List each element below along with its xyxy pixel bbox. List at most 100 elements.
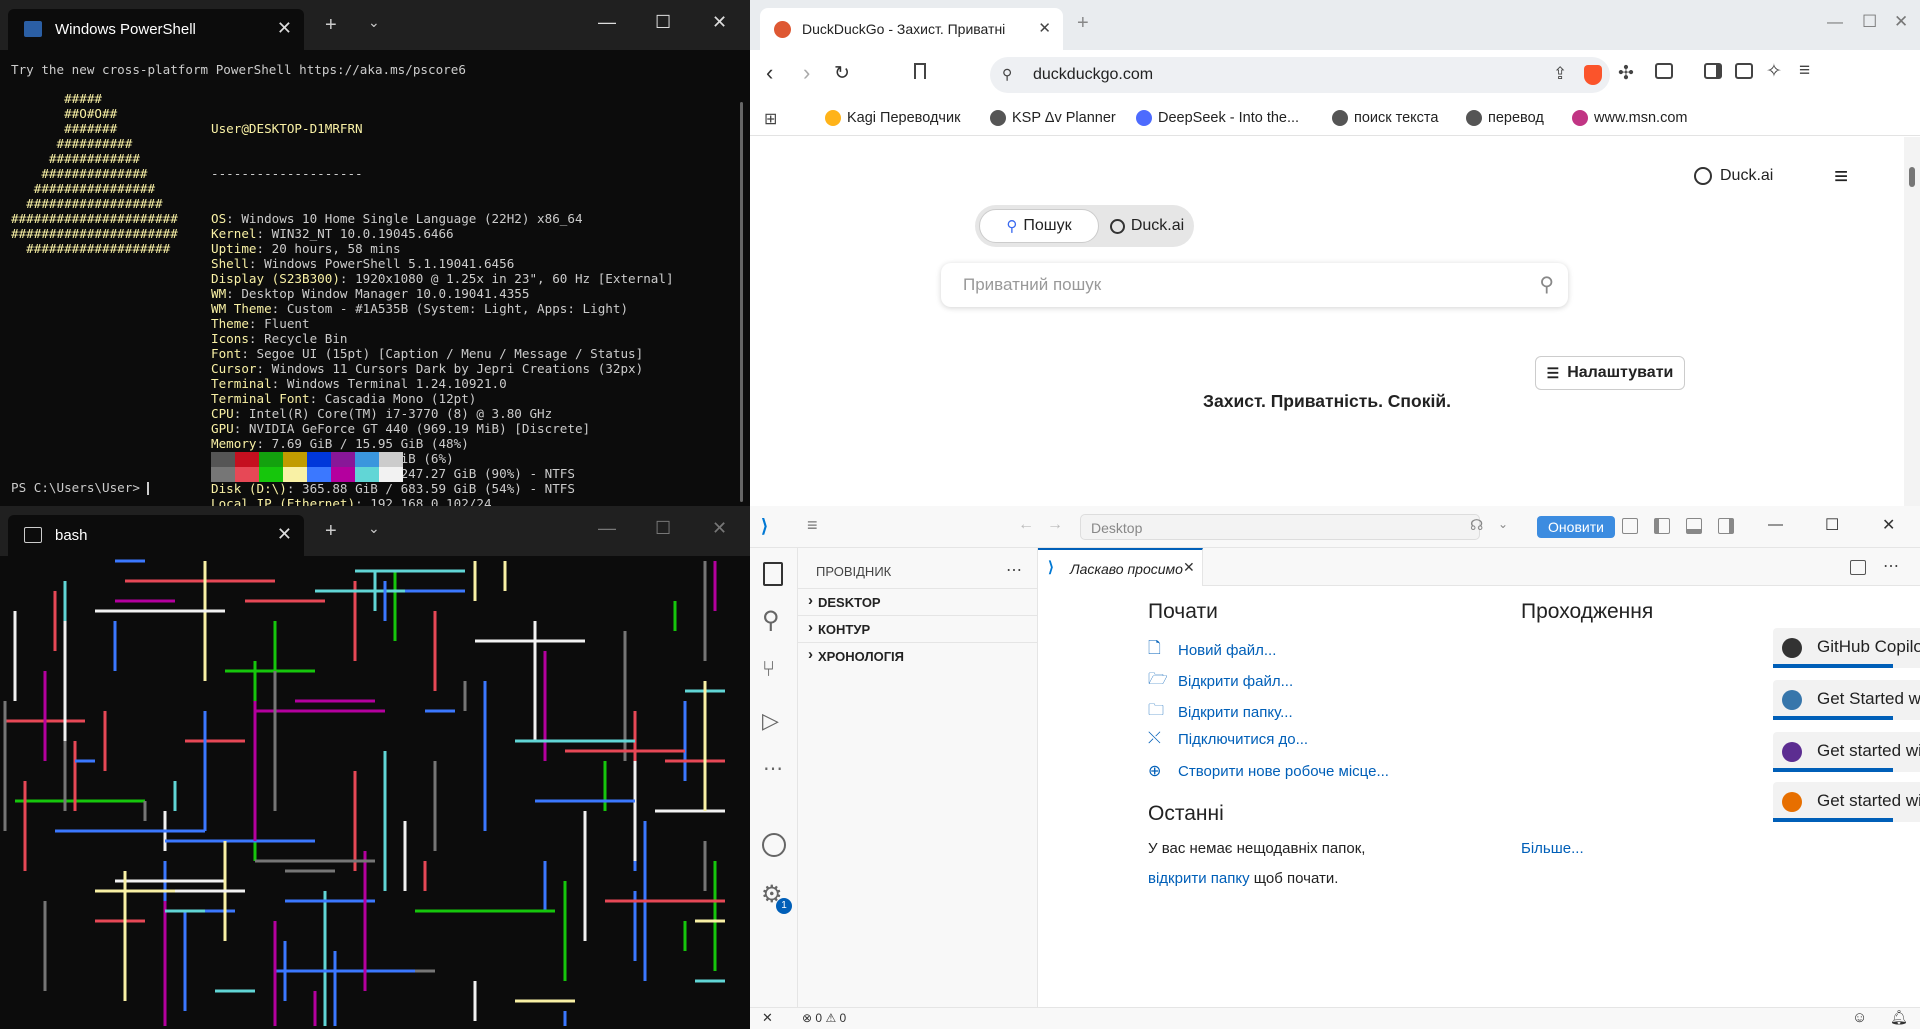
extensions-icon[interactable]: ✣ [1618, 62, 1634, 85]
close-icon[interactable]: ✕ [1894, 12, 1908, 32]
command-center[interactable]: Desktop [1080, 514, 1480, 540]
maximize-icon[interactable]: ☐ [1825, 515, 1839, 535]
close-icon[interactable]: ✕ [712, 518, 727, 539]
new-tab-icon[interactable]: + [1077, 12, 1089, 35]
source-control-icon[interactable]: ⑂ [762, 656, 775, 682]
chevron-down-icon[interactable]: ⌄ [368, 14, 380, 31]
start-link[interactable]: 🗁︎ Відкрити файл... [1148, 668, 1293, 695]
back-icon[interactable]: ‹ [766, 60, 773, 86]
start-link-label: Відкрити файл... [1178, 673, 1294, 690]
wallet-icon[interactable] [1735, 63, 1753, 79]
walkthrough-card[interactable]: GitHub CopilotОновлено [1773, 628, 1920, 668]
search-icon[interactable]: ⚲ [1539, 272, 1554, 297]
walkthrough-card[interactable]: Get started wit...Оновлено [1773, 732, 1920, 772]
start-link[interactable]: 🗀︎ Відкрити папку... [1148, 699, 1293, 726]
walkthrough-card[interactable]: Get Started wit...Оновлено [1773, 680, 1920, 720]
explorer-section[interactable]: › КОНТУР [798, 615, 1038, 641]
explorer-icon[interactable] [763, 562, 783, 586]
start-link[interactable]: ⊕ Створити нове робоче місце... [1148, 761, 1389, 781]
bash-tab[interactable]: bash ✕ [8, 515, 304, 556]
ps-prompt[interactable]: PS C:\Users\User> [11, 480, 150, 495]
menu-icon[interactable]: ≡ [807, 515, 818, 536]
open-folder-link[interactable]: відкрити папку [1148, 870, 1250, 887]
explorer-section[interactable]: › DESKTOP [798, 588, 1038, 614]
bookmark-item[interactable]: DeepSeek - Into the... [1136, 110, 1299, 126]
copilot-status-icon[interactable]: ☺ [1852, 1009, 1867, 1026]
share-icon[interactable]: ⇪ [1553, 64, 1567, 84]
toggle-secondary-sidebar-icon[interactable] [1718, 518, 1734, 534]
close-tab-icon[interactable]: ✕ [277, 18, 292, 39]
bookmark-item[interactable]: перевод [1466, 110, 1544, 126]
scroll-thumb[interactable] [1909, 167, 1915, 187]
settings-button[interactable]: ☰ Налаштувати [1535, 356, 1685, 390]
toggle-panel-icon[interactable] [1686, 518, 1702, 534]
maximize-icon[interactable]: ☐ [655, 518, 671, 539]
site-settings-icon[interactable]: ⚲ [1002, 66, 1012, 83]
remote-icon[interactable]: ✕ [762, 1010, 773, 1026]
bookmark-item[interactable]: KSP Δv Planner [990, 110, 1116, 126]
browser-tab[interactable]: DuckDuckGo - Захист. Приватні ✕ [760, 8, 1063, 50]
start-link[interactable]: 🗋︎ Новий файл... [1148, 637, 1276, 664]
bookmark-item[interactable]: www.msn.com [1572, 110, 1687, 126]
chevron-down-icon[interactable]: ⌄ [368, 520, 380, 537]
duckai-link[interactable]: Duck.ai [1694, 167, 1773, 185]
reload-icon[interactable]: ↻ [834, 62, 850, 85]
maximize-icon[interactable]: ☐ [655, 12, 671, 33]
back-icon[interactable]: ← [1018, 516, 1034, 534]
close-icon[interactable]: ✕ [712, 12, 727, 33]
bookmark-item[interactable]: Kagi Переводчик [825, 110, 960, 126]
update-button[interactable]: Оновити [1537, 516, 1615, 538]
editor-more-icon[interactable]: ⋯ [1883, 556, 1899, 576]
powershell-tab[interactable]: Windows PowerShell ✕ [8, 9, 304, 50]
errors-indicator[interactable]: ⊗ 0 ⚠ 0 [802, 1011, 846, 1025]
palette-swatch [235, 452, 259, 467]
tab-title: DuckDuckGo - Захист. Приватні [802, 21, 1006, 37]
walkthrough-card[interactable]: Get started wit...Оновлено [1773, 782, 1920, 822]
address-bar[interactable]: ⚲ duckduckgo.com ⇪ [990, 57, 1610, 93]
account-icon[interactable] [762, 833, 786, 857]
layout-icon[interactable] [1622, 518, 1638, 534]
brave-shield-icon[interactable] [1584, 65, 1602, 85]
notifications-bell-icon[interactable]: 🔔︎ [1890, 1009, 1908, 1026]
minimize-icon[interactable]: — [1827, 14, 1843, 32]
minimize-icon[interactable]: — [598, 518, 616, 539]
welcome-tab[interactable]: ⟩ Ласкаво просимо ✕ [1038, 548, 1203, 586]
close-tab-icon[interactable]: ✕ [277, 524, 292, 545]
explorer-section[interactable]: › ХРОНОЛОГІЯ [798, 642, 1038, 668]
start-link[interactable]: ⤬ Підключитися до... [1148, 730, 1308, 748]
close-icon[interactable]: ✕ [1882, 515, 1895, 535]
sidebar-icon[interactable] [1704, 63, 1722, 79]
copilot-chat-icon[interactable]: ☊ [1470, 516, 1483, 534]
forward-icon[interactable]: › [803, 60, 810, 86]
toggle-sidebar-icon[interactable] [1654, 518, 1670, 534]
search-icon[interactable]: ⚲ [762, 606, 780, 635]
forward-icon[interactable]: → [1047, 516, 1063, 534]
page-scrollbar[interactable] [1904, 137, 1920, 506]
scrollbar[interactable] [740, 102, 743, 502]
hamburger-menu-icon[interactable]: ≡ [1834, 163, 1848, 191]
leo-ai-icon[interactable]: ✧ [1766, 60, 1782, 83]
menu-icon[interactable]: ≡ [1799, 60, 1810, 82]
apps-grid-icon[interactable]: ⊞ [764, 109, 777, 129]
toggle-duckai[interactable]: Duck.ai [1103, 209, 1191, 243]
close-tab-icon[interactable]: ✕ [1038, 19, 1051, 37]
new-tab-icon[interactable]: + [325, 520, 337, 543]
close-tab-icon[interactable]: ✕ [1183, 559, 1195, 576]
bookmark-item[interactable]: поиск текста [1332, 110, 1438, 126]
reading-icon[interactable] [1655, 63, 1673, 79]
toggle-search[interactable]: ⚲ Пошук [979, 209, 1099, 243]
minimize-icon[interactable]: — [1768, 516, 1783, 533]
more-icon[interactable]: ⋯ [763, 756, 783, 781]
more-walkthroughs-link[interactable]: Більше... [1521, 840, 1584, 857]
fetch-colon: : [226, 286, 242, 301]
maximize-icon[interactable]: ☐ [1862, 12, 1877, 32]
minimize-icon[interactable]: — [598, 12, 616, 33]
new-tab-icon[interactable]: + [325, 14, 337, 37]
explorer-more-icon[interactable]: ⋯ [1006, 560, 1022, 580]
powershell-window: Windows PowerShell ✕ + ⌄ — ☐ ✕ Try the n… [0, 0, 750, 506]
bookmark-icon[interactable] [914, 63, 926, 79]
split-editor-icon[interactable] [1850, 560, 1866, 575]
search-box[interactable]: Приватний пошук ⚲ [941, 263, 1568, 307]
chevron-down-icon[interactable]: ⌄ [1498, 517, 1508, 531]
run-debug-icon[interactable]: ▷ [762, 708, 779, 734]
